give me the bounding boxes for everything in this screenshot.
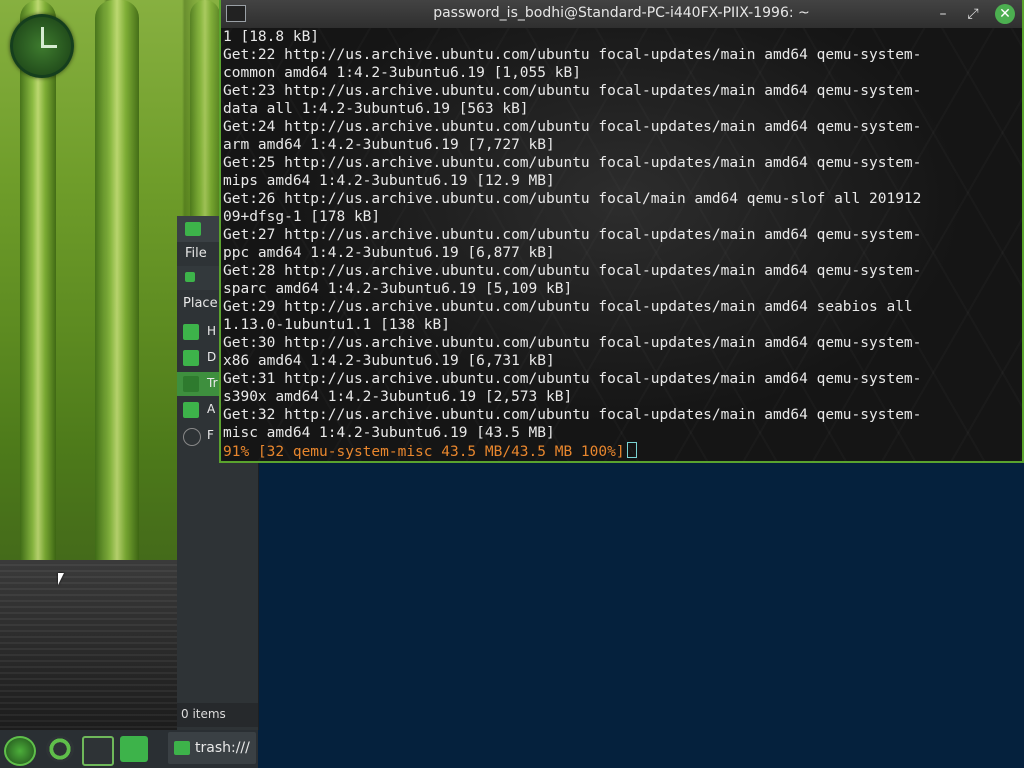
terminal-line: misc amd64 1:4.2-3ubuntu6.19 [43.5 MB]: [223, 425, 555, 441]
terminal-titlebar[interactable]: password_is_bodhi@Standard-PC-i440FX-PII…: [221, 0, 1022, 28]
window-title: password_is_bodhi@Standard-PC-i440FX-PII…: [433, 5, 810, 21]
file-manager-icon: [174, 741, 190, 755]
sidebar-item-label: Tr: [207, 376, 218, 390]
home-folder-icon: [183, 324, 199, 340]
text-cursor: [626, 442, 637, 458]
terminal-line: 09+dfsg-1 [178 kB]: [223, 209, 381, 225]
terminal-line: Get:32 http://us.archive.ubuntu.com/ubun…: [223, 407, 922, 423]
trash-icon: [183, 376, 199, 392]
terminal-line: ppc amd64 1:4.2-3ubuntu6.19 [6,877 kB]: [223, 245, 555, 261]
terminal-line: arm amd64 1:4.2-3ubuntu6.19 [7,727 kB]: [223, 137, 555, 153]
bodhi-menu-icon[interactable]: [4, 736, 36, 766]
terminal-icon[interactable]: [82, 736, 114, 766]
item-count: 0 items: [181, 707, 226, 721]
sidebar-item-label: A: [207, 402, 216, 416]
menu-file[interactable]: File: [185, 246, 207, 261]
terminal-line: Get:22 http://us.archive.ubuntu.com/ubun…: [223, 47, 922, 63]
chromium-icon[interactable]: [46, 736, 74, 762]
mouse-cursor-icon: [58, 573, 64, 585]
minimize-button[interactable]: –: [933, 4, 953, 24]
terminal-line: 1 [18.8 kB]: [223, 29, 320, 45]
file-manager-icon: [185, 222, 201, 236]
terminal-line: mips amd64 1:4.2-3ubuntu6.19 [12.9 MB]: [223, 173, 555, 189]
terminal-line: Get:23 http://us.archive.ubuntu.com/ubun…: [223, 83, 922, 99]
terminal-window[interactable]: password_is_bodhi@Standard-PC-i440FX-PII…: [219, 0, 1024, 463]
terminal-line: Get:24 http://us.archive.ubuntu.com/ubun…: [223, 119, 922, 135]
taskbar-task-trash[interactable]: trash:///: [168, 732, 256, 764]
terminal-line: Get:25 http://us.archive.ubuntu.com/ubun…: [223, 155, 922, 171]
back-icon[interactable]: [185, 272, 195, 282]
terminal-line: sparc amd64 1:4.2-3ubuntu6.19 [5,109 kB]: [223, 281, 573, 297]
terminal-line: Get:28 http://us.archive.ubuntu.com/ubun…: [223, 263, 922, 279]
sidebar-item-label: F: [207, 428, 214, 442]
desktop-background: [258, 460, 1024, 768]
clock-hour-hand: [41, 27, 44, 47]
sidebar-item-label: H: [207, 324, 217, 338]
terminal-line: s390x amd64 1:4.2-3ubuntu6.19 [2,573 kB]: [223, 389, 573, 405]
terminal-line: Get:31 http://us.archive.ubuntu.com/ubun…: [223, 371, 922, 387]
terminal-text: 1 [18.8 kB] Get:22 http://us.archive.ubu…: [223, 28, 921, 461]
terminal-line: Get:26 http://us.archive.ubuntu.com/ubun…: [223, 191, 922, 207]
terminal-line: 1.13.0-1ubuntu1.1 [138 kB]: [223, 317, 450, 333]
terminal-output[interactable]: 1 [18.8 kB] Get:22 http://us.archive.ubu…: [221, 28, 1022, 461]
terminal-line: data all 1:4.2-3ubuntu6.19 [563 kB]: [223, 101, 529, 117]
bamboo-stalk: [95, 0, 139, 620]
clock-widget: [10, 14, 74, 78]
terminal-line: common amd64 1:4.2-3ubuntu6.19 [1,055 kB…: [223, 65, 581, 81]
sidebar-item-label: D: [207, 350, 217, 364]
progress-line: 91% [32 qemu-system-misc 43.5 MB/43.5 MB…: [223, 444, 625, 460]
filesystem-icon: [183, 428, 201, 446]
places-heading: Place: [183, 296, 218, 311]
terminal-line: Get:29 http://us.archive.ubuntu.com/ubun…: [223, 299, 913, 315]
status-bar: 0 items: [177, 703, 258, 727]
file-manager-icon[interactable]: [120, 736, 148, 762]
desktop-folder-icon: [183, 350, 199, 366]
terminal-line: Get:30 http://us.archive.ubuntu.com/ubun…: [223, 335, 922, 351]
task-label: trash:///: [195, 740, 250, 756]
close-button[interactable]: ✕: [995, 4, 1015, 24]
maximize-button[interactable]: ⤢: [963, 4, 983, 24]
terminal-line: x86 amd64 1:4.2-3ubuntu6.19 [6,731 kB]: [223, 353, 555, 369]
clock-minute-hand: [41, 45, 57, 48]
applications-icon: [183, 402, 199, 418]
bamboo-stalk: [20, 0, 56, 620]
terminal-line: Get:27 http://us.archive.ubuntu.com/ubun…: [223, 227, 922, 243]
